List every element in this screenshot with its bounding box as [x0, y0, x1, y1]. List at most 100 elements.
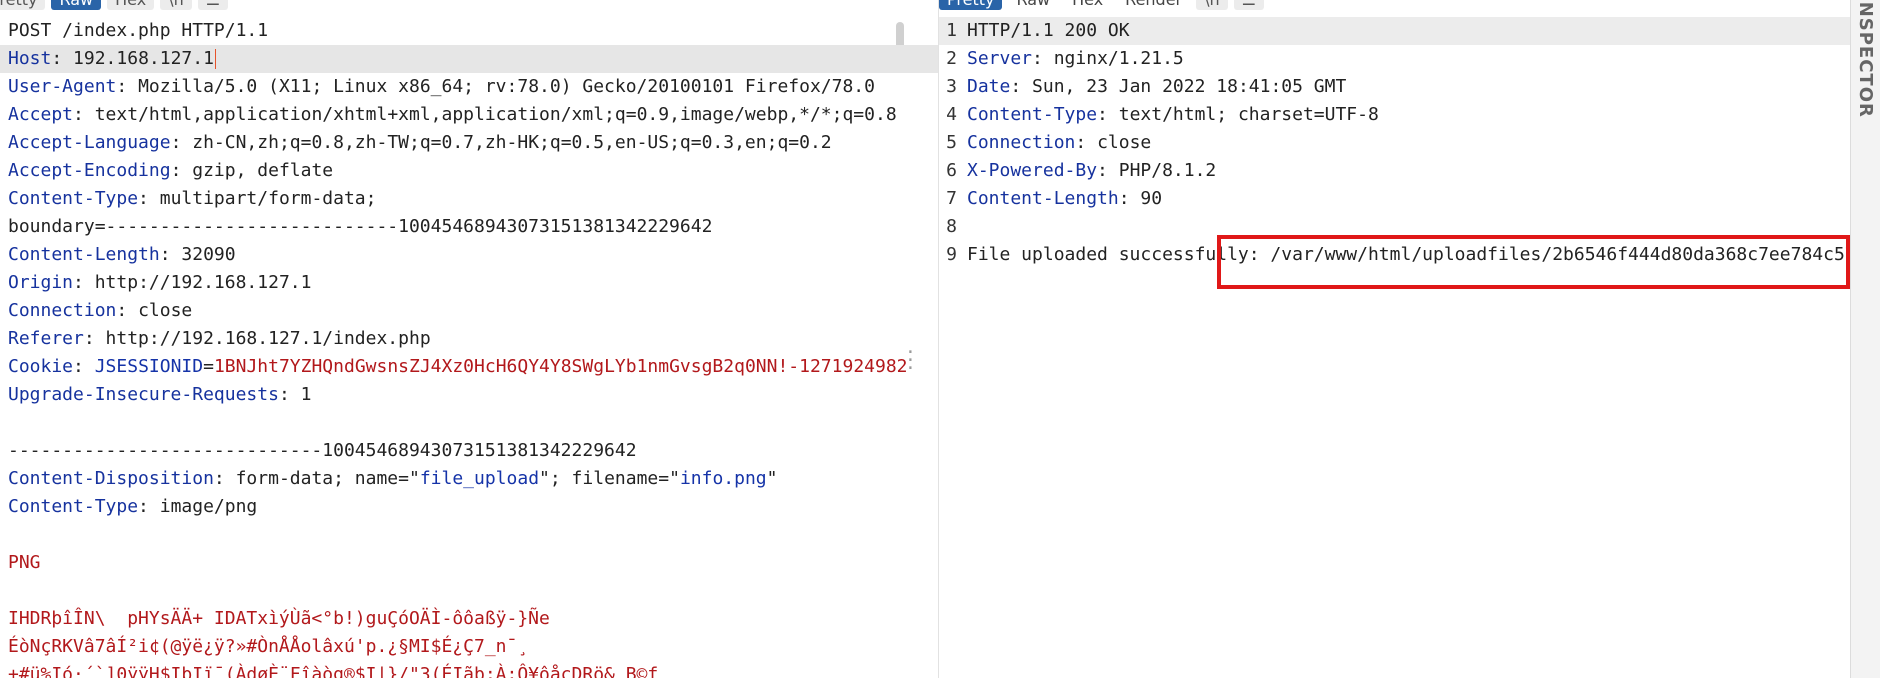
tab-raw[interactable]: Raw — [51, 0, 102, 10]
header-value: 32090 — [181, 244, 236, 265]
tab-hex[interactable]: Hex — [107, 0, 155, 10]
request-editor[interactable]: POST /index.php HTTP/1.1 Host: 192.168.1… — [0, 17, 938, 678]
pane-resize-handle[interactable]: · · · — [905, 344, 916, 378]
header-name: Upgrade-Insecure-Requests — [8, 384, 279, 405]
header-line-accept: Accept: text/html,application/xhtml+xml,… — [8, 104, 897, 125]
header-line-origin: Origin: http://192.168.127.1 — [8, 272, 312, 293]
header-line-content-type: Content-Type: multipart/form-data; — [8, 188, 377, 209]
header-line-cookie: Cookie: JSESSIONID=1BNJht7YZHQndGwsnsZJ4… — [8, 356, 908, 377]
line-number: 2 — [946, 48, 957, 69]
header-name: User-Agent — [8, 76, 117, 97]
menu-icon[interactable]: ☰ — [1233, 0, 1265, 10]
form-field-name: file_upload — [419, 468, 540, 489]
tab-pretty[interactable]: Pretty — [0, 0, 46, 10]
header-line-host: Host: 192.168.127.1 — [0, 45, 938, 73]
line-number: 4 — [946, 104, 957, 125]
inspector-sidebar[interactable]: INSPECTOR — [1850, 0, 1880, 678]
header-line-referer: Referer: http://192.168.127.1/index.php — [8, 328, 431, 349]
response-line: 4 Content-Type: text/html; charset=UTF-8 — [939, 101, 1850, 129]
tab-pretty[interactable]: Pretty — [939, 0, 1003, 10]
header-value: Mozilla/5.0 (X11; Linux x86_64; rv:78.0)… — [138, 76, 875, 97]
header-value: http://192.168.127.1/index.php — [105, 328, 431, 349]
response-editor[interactable]: 1 HTTP/1.1 200 OK 2 Server: nginx/1.21.5 3… — [939, 17, 1850, 269]
header-value: close — [1097, 132, 1152, 153]
disposition-suffix: " — [766, 468, 778, 489]
header-name: Date — [967, 76, 1011, 97]
response-pane: Pretty Raw Hex Render \n ☰ 1 HTTP/1.1 200… — [939, 0, 1850, 678]
png-signature-line: PNG — [8, 552, 41, 573]
response-line: 7 Content-Length: 90 — [939, 185, 1850, 213]
header-name: Origin — [8, 272, 74, 293]
status-line: HTTP/1.1 200 OK — [967, 20, 1130, 41]
line-number: 1 — [946, 20, 957, 41]
header-value: gzip, deflate — [192, 160, 334, 181]
line-number: 7 — [946, 188, 957, 209]
header-line-accept-encoding: Accept-Encoding: gzip, deflate — [8, 160, 334, 181]
header-value: close — [138, 300, 193, 321]
disposition-prefix: form-data; name=" — [235, 468, 420, 489]
text-caret — [214, 49, 216, 69]
header-line-user-agent: User-Agent: Mozilla/5.0 (X11; Linux x86_… — [8, 76, 875, 97]
header-name: Accept-Language — [8, 132, 171, 153]
header-value: 192.168.127.1 — [73, 48, 214, 69]
cookie-name: JSESSIONID — [94, 356, 204, 377]
header-name: Accept — [8, 104, 74, 125]
header-name: Content-Type — [967, 104, 1098, 125]
binary-data-line: +#ü%Ió·´`]0ÿÿH$IbIï¯(ÀdøÈ¨Fîàòg®$I|}/"3(… — [8, 664, 659, 678]
request-pane: Pretty Raw Hex \n ☰ POST /index.php HTTP… — [0, 0, 939, 678]
header-name: Content-Type — [8, 188, 139, 209]
inspector-label: INSPECTOR — [1855, 0, 1876, 118]
response-line: 5 Connection: close — [939, 129, 1850, 157]
response-view-tabs: Pretty Raw Hex Render \n ☰ — [939, 0, 1265, 10]
header-name: Content-Type — [8, 496, 139, 517]
line-number: 9 — [946, 244, 957, 265]
line-number: 6 — [946, 160, 957, 181]
header-value: PHP/8.1.2 — [1118, 160, 1217, 181]
tab-hex[interactable]: Hex — [1064, 0, 1111, 10]
header-name: Cookie — [8, 356, 74, 377]
header-line-content-length: Content-Length: 32090 — [8, 244, 236, 265]
binary-data-line: ÉòNçRKVâ7âÍ²i¢(@ÿë¿ÿ?»#ÒnÅÅolâxú'p.¿§MI$… — [8, 636, 529, 657]
request-line: POST /index.php HTTP/1.1 — [8, 20, 269, 41]
header-name: X-Powered-By — [967, 160, 1098, 181]
header-value: nginx/1.21.5 — [1053, 48, 1184, 69]
header-value: Sun, 23 Jan 2022 18:41:05 GMT — [1032, 76, 1347, 97]
tab-render[interactable]: Render — [1117, 0, 1190, 10]
header-value: text/html,application/xhtml+xml,applicat… — [94, 104, 897, 125]
header-value: text/html; charset=UTF-8 — [1118, 104, 1379, 125]
binary-data-line: IHDRþîÎN\ pHYsÄÄ+ IDATxìýÙã<°b!)guÇóOÄÌ-… — [8, 608, 550, 629]
response-line: 2 Server: nginx/1.21.5 — [939, 45, 1850, 73]
header-name: Accept-Encoding — [8, 160, 171, 181]
content-disposition-line: Content-Disposition: form-data; name="fi… — [8, 468, 778, 489]
header-name: Content-Disposition — [8, 468, 214, 489]
menu-icon[interactable]: ☰ — [197, 0, 229, 10]
header-name: Connection — [967, 132, 1076, 153]
line-number: 8 — [946, 216, 957, 237]
header-value: image/png — [159, 496, 258, 517]
line-number: 3 — [946, 76, 957, 97]
header-line-connection: Connection: close — [8, 300, 193, 321]
header-name: Connection — [8, 300, 117, 321]
header-value: zh-CN,zh;q=0.8,zh-TW;q=0.7,zh-HK;q=0.5,e… — [192, 132, 832, 153]
header-line-accept-language: Accept-Language: zh-CN,zh;q=0.8,zh-TW;q=… — [8, 132, 832, 153]
line-number: 5 — [946, 132, 957, 153]
header-value: 1 — [300, 384, 312, 405]
header-name: Host — [8, 48, 52, 69]
header-name: Content-Length — [967, 188, 1119, 209]
tab-raw[interactable]: Raw — [1008, 0, 1058, 10]
response-line: 3 Date: Sun, 23 Jan 2022 18:41:05 GMT — [939, 73, 1850, 101]
newline-toggle[interactable]: \n — [1196, 0, 1228, 10]
newline-toggle[interactable]: \n — [160, 0, 192, 10]
annotation-highlight-box — [1217, 235, 1850, 289]
header-value: 90 — [1140, 188, 1163, 209]
disposition-mid: "; filename=" — [539, 468, 680, 489]
cookie-value: 1BNJht7YZHQndGwsnsZJ4Xz0HcH6QY4Y8SWgLYb1… — [213, 356, 908, 377]
part-content-type-line: Content-Type: image/png — [8, 496, 258, 517]
header-value: multipart/form-data; — [159, 188, 377, 209]
header-line-upgrade-insecure: Upgrade-Insecure-Requests: 1 — [8, 384, 312, 405]
boundary-line: boundary=---------------------------1004… — [8, 216, 713, 237]
request-view-tabs: Pretty Raw Hex \n ☰ — [0, 0, 229, 10]
